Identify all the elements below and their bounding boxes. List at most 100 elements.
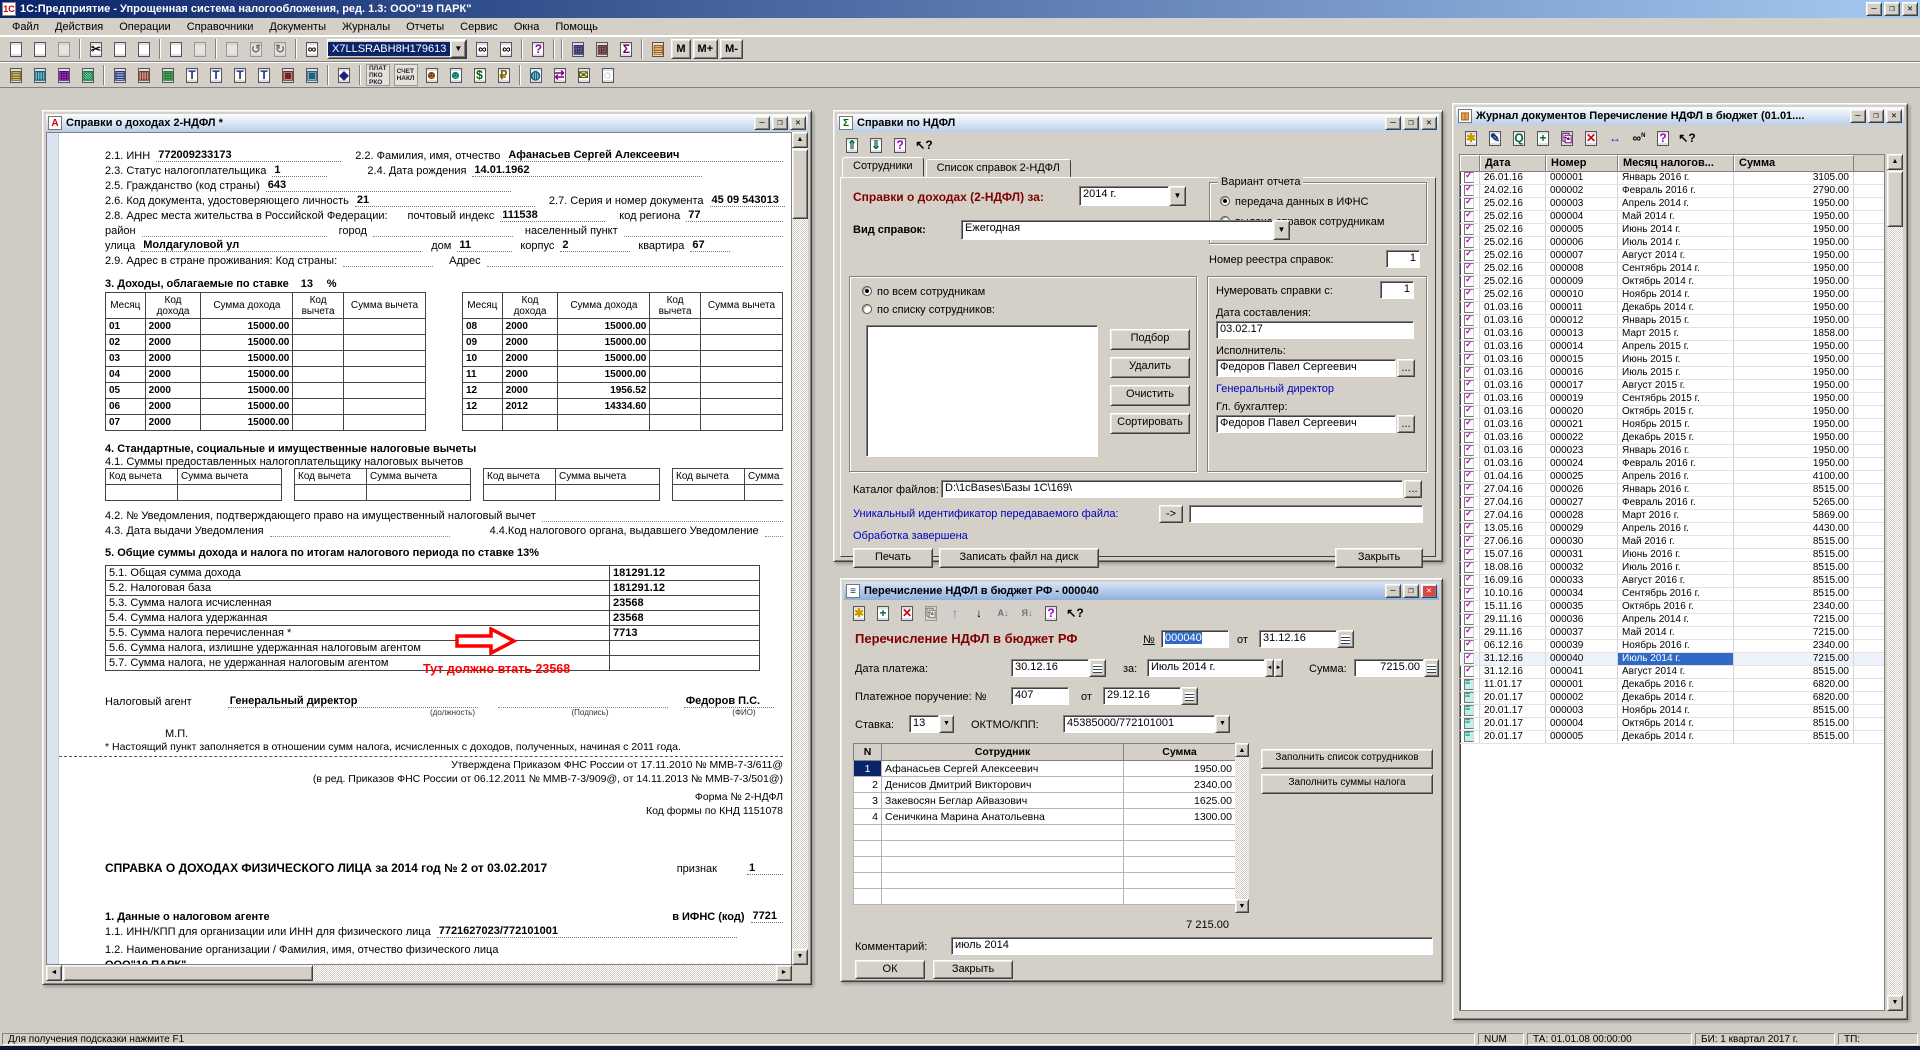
journal-print-row-icon[interactable]: ⎘ (1556, 128, 1578, 148)
field-rate[interactable]: 13 (299, 278, 327, 290)
employee-empty-row[interactable] (854, 873, 1236, 889)
employee-empty-row[interactable] (854, 889, 1236, 905)
print-preview-icon[interactable] (189, 39, 211, 59)
menu-Сервис[interactable]: Сервис (452, 19, 506, 35)
totals-row[interactable]: 5.4. Сумма налога удержанная23568 (106, 611, 760, 626)
cash-icon[interactable]: ₽ (493, 65, 515, 85)
field-inn[interactable]: 772009233173 (156, 149, 341, 162)
field-settlement[interactable] (624, 225, 783, 237)
income-row[interactable]: 01200015000.00 (106, 319, 426, 335)
catalog-field[interactable]: D:\1cBases\Базы 1С\169\ (941, 480, 1403, 498)
memory-recall-button[interactable]: М (671, 39, 690, 59)
field-foreign-addr[interactable] (487, 255, 783, 267)
employee-row[interactable]: 1Афанасьев Сергей Алексеевич1950.00 (854, 761, 1236, 777)
hscroll-thumb[interactable] (63, 965, 313, 981)
ndfl-minimize-button[interactable]: — (1385, 116, 1401, 130)
deduction-table[interactable]: Код вычетаСумма вычета (483, 468, 660, 501)
journal-row[interactable]: 18.08.16000032Июль 2016 г.8515.00 (1460, 562, 1884, 575)
journal-vscrollbar[interactable]: ▲ ▼ (1887, 154, 1903, 1011)
journal-row[interactable]: 25.02.16000009Октябрь 2014 г.1950.00 (1460, 276, 1884, 289)
transfer-close-button[interactable]: ✕ (1421, 584, 1437, 598)
journal-row[interactable]: 01.03.16000011Декабрь 2014 г.1950.00 (1460, 302, 1884, 315)
field-signature[interactable] (498, 696, 668, 708)
year-dropdown-icon[interactable]: ▼ (1169, 186, 1186, 206)
field-country-code[interactable] (343, 255, 433, 267)
new-row-icon[interactable]: ✱ (848, 603, 870, 623)
sort-button[interactable]: Сортировать (1110, 413, 1190, 434)
journal-row[interactable]: 25.02.16000010Ноябрь 2014 г.1950.00 (1460, 289, 1884, 302)
journal-operations-icon[interactable]: ▤ (109, 65, 131, 85)
journal-find-number-icon[interactable]: ∞N (1628, 128, 1650, 148)
redo-icon[interactable]: ↻ (269, 39, 291, 59)
maximize-button[interactable]: ❐ (1884, 2, 1900, 16)
journal-row[interactable]: 20.01.17000005Декабрь 2014 г.8515.00 (1460, 731, 1884, 744)
calculator-icon[interactable]: ▦ (567, 39, 589, 59)
income-row[interactable]: 12201214334.60 (463, 399, 783, 415)
move-up-icon[interactable]: ↑ (944, 603, 966, 623)
delete-button[interactable]: Удалить (1110, 357, 1190, 378)
rate-select[interactable]: 13 (909, 715, 939, 733)
emp-scroll-down-icon[interactable]: ▼ (1235, 899, 1249, 913)
scroll-down-icon[interactable]: ▼ (792, 949, 808, 965)
ndfl-titlebar[interactable]: Σ Справки по НДФЛ — ❐ ✕ (837, 114, 1439, 132)
income-row[interactable]: 04200015000.00 (106, 367, 426, 383)
employee-empty-row[interactable] (854, 825, 1236, 841)
period-prev-icon[interactable]: ◄ (1265, 659, 1274, 677)
journal-delete-icon[interactable]: ✕ (1580, 128, 1602, 148)
open-folder-icon[interactable] (29, 39, 51, 59)
emp-scroll-up-icon[interactable]: ▲ (1235, 743, 1249, 757)
journal-row[interactable]: 15.11.16000035Октябрь 2016 г.2340.00 (1460, 601, 1884, 614)
journal-copy-icon[interactable]: + (1532, 128, 1554, 148)
journal-view-icon[interactable]: Q (1508, 128, 1530, 148)
save-icon[interactable] (53, 39, 75, 59)
find-prev-icon[interactable]: ∞ (495, 39, 517, 59)
income-row[interactable]: 02200015000.00 (106, 335, 426, 351)
rate-dropdown-icon[interactable]: ▼ (939, 715, 954, 733)
book-icon[interactable]: ▤ (647, 39, 669, 59)
sum-field[interactable]: 7215.00 (1354, 659, 1424, 677)
chart-accounts-icon[interactable]: ▦ (157, 65, 179, 85)
journal-row[interactable]: 27.04.16000027Февраль 2016 г.5265.00 (1460, 497, 1884, 510)
transfer-close-bottom-button[interactable]: Закрыть (933, 960, 1013, 979)
sort-az-icon[interactable]: А↓ (992, 603, 1014, 623)
print-icon[interactable] (165, 39, 187, 59)
income-row[interactable]: 08200015000.00 (463, 319, 783, 335)
journal-row[interactable]: 27.04.16000028Март 2016 г.5869.00 (1460, 510, 1884, 523)
employee-row[interactable]: 3Закевосян Беглар Айвазович1625.00 (854, 793, 1236, 809)
journal-row[interactable]: 15.07.16000031Июнь 2016 г.8515.00 (1460, 549, 1884, 562)
uid-generate-button[interactable]: -> (1159, 505, 1183, 523)
journal-row[interactable]: 25.02.16000006Июль 2014 г.1950.00 (1460, 237, 1884, 250)
journal-row[interactable]: 01.03.16000012Январь 2015 г.1950.00 (1460, 315, 1884, 328)
field-district[interactable] (142, 225, 327, 237)
menu-Файл[interactable]: Файл (4, 19, 47, 35)
journal-row[interactable]: 25.02.16000004Май 2014 г.1950.00 (1460, 211, 1884, 224)
radio-ifns[interactable]: передача данных в ИФНС (1220, 195, 1368, 208)
ndfl-maximize-button[interactable]: ❐ (1403, 116, 1419, 130)
field-building[interactable]: 2 (560, 239, 630, 252)
move-down-icon[interactable]: ↓ (968, 603, 990, 623)
field-fio[interactable]: Афанасьев Сергей Алексеевич (506, 149, 783, 162)
scroll-up-icon[interactable]: ▲ (792, 132, 808, 148)
tab-employees[interactable]: Сотрудники (842, 157, 924, 177)
radio-all-employees[interactable]: по всем сотрудникам (862, 285, 985, 298)
excel-import-icon[interactable]: ⇑ (841, 135, 863, 155)
journal-row[interactable]: 01.03.16000022Декабрь 2015 г.1950.00 (1460, 432, 1884, 445)
transfer-minimize-button[interactable]: — (1385, 584, 1401, 598)
journal-row[interactable]: 20.01.17000003Ноябрь 2014 г.8515.00 (1460, 705, 1884, 718)
tab-certificates-list[interactable]: Список справок 2-НДФЛ (926, 159, 1071, 179)
2ndfl-titlebar[interactable]: A Справки о доходах 2-НДФЛ * — ❐ ✕ (46, 114, 808, 132)
toolbar-text-buttons[interactable]: СЧЕТНАКЛ (394, 64, 418, 86)
journal-row[interactable]: 16.09.16000033Август 2016 г.8515.00 (1460, 575, 1884, 588)
emp-vscrollbar[interactable]: ▲ ▼ (1235, 743, 1249, 913)
income-table-left[interactable]: МесяцКод доходаСумма доходаКод вычетаСум… (105, 292, 426, 431)
copy-icon[interactable] (109, 39, 131, 59)
scroll-right-icon[interactable]: ► (776, 965, 792, 981)
catalog-browse-button[interactable]: ... (1404, 480, 1422, 498)
sum-calculator-icon[interactable] (1424, 659, 1439, 677)
journal-row[interactable]: 01.03.16000021Ноябрь 2015 г.1950.00 (1460, 419, 1884, 432)
executor-more-button[interactable]: ... (1397, 359, 1415, 377)
journal-row[interactable]: 25.02.16000003Апрель 2014 г.1950.00 (1460, 198, 1884, 211)
people-report-icon[interactable]: ☻ (421, 65, 443, 85)
journal-row[interactable]: 10.10.16000034Сентябрь 2016 г.8515.00 (1460, 588, 1884, 601)
employees-table[interactable]: NСотрудникСумма1Афанасьев Сергей Алексее… (853, 743, 1236, 905)
